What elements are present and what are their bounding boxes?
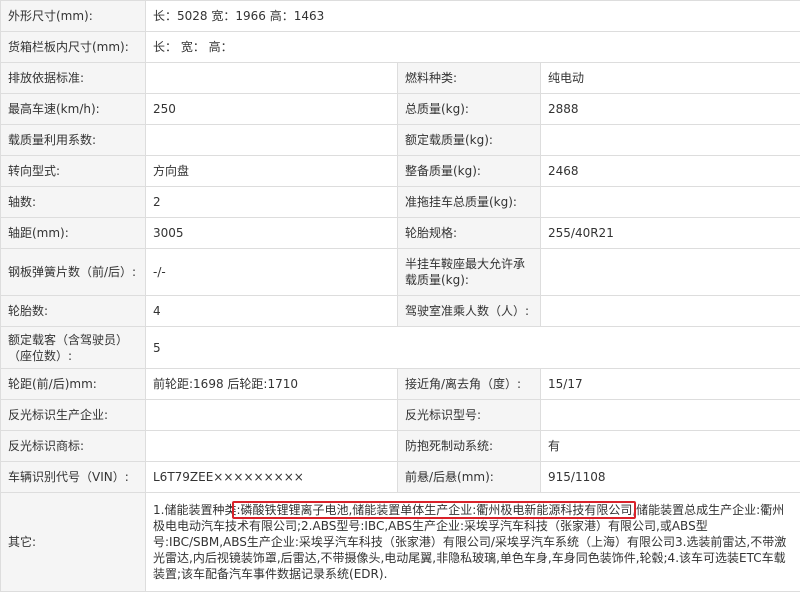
vin-label: 车辆识别代号（VIN）: bbox=[0, 461, 146, 493]
cab-seats-value bbox=[539, 295, 800, 327]
table-row: 轴距(mm): 3005 轮胎规格: 255/40R21 bbox=[0, 217, 800, 249]
track-value: 前轮距:1698 后轮距:1710 bbox=[145, 368, 398, 400]
abs-label: 防抱死制动系统: bbox=[397, 430, 541, 462]
table-row: 车辆识别代号（VIN）: L6T79ZEE××××××××× 前悬/后悬(mm)… bbox=[0, 461, 800, 493]
axles-label: 轴数: bbox=[0, 186, 146, 218]
axles-value: 2 bbox=[145, 186, 398, 218]
load-util-label: 载质量利用系数: bbox=[0, 124, 146, 156]
wheelbase-label: 轴距(mm): bbox=[0, 217, 146, 249]
reflector-maker-label: 反光标识生产企业: bbox=[0, 399, 146, 431]
other-notes: 1.储能装置种类:磷酸铁锂锂离子电池,储能装置单体生产企业:衢州极电新能源科技有… bbox=[144, 492, 800, 592]
fuel-type-label: 燃料种类: bbox=[397, 62, 541, 94]
overhang-label: 前悬/后悬(mm): bbox=[397, 461, 541, 493]
tire-spec-label: 轮胎规格: bbox=[397, 217, 541, 249]
highlighted-battery-info: :磷酸铁锂锂离子电池,储能装置单体生产企业:衢州极电新能源科技有限公司 bbox=[236, 503, 633, 517]
table-row: 反光标识生产企业: 反光标识型号: bbox=[0, 399, 800, 431]
table-row: 反光标识商标: 防抱死制动系统: 有 bbox=[0, 430, 800, 462]
vehicle-spec-table: 外形尺寸(mm): 长：5028 宽：1966 高：1463 货箱栏板内尺寸(m… bbox=[0, 0, 800, 592]
abs-value: 有 bbox=[539, 430, 800, 462]
table-row: 轮胎数: 4 驾驶室准乘人数（人）: bbox=[0, 295, 800, 327]
tire-count-label: 轮胎数: bbox=[0, 295, 146, 327]
vin-value: L6T79ZEE××××××××× bbox=[145, 461, 398, 493]
curb-mass-label: 整备质量(kg): bbox=[397, 155, 541, 187]
trailer-mass-label: 准拖挂车总质量(kg): bbox=[397, 186, 541, 218]
table-row: 货箱栏板内尺寸(mm): 长： 宽： 高： bbox=[0, 31, 800, 63]
rated-load-value bbox=[539, 124, 800, 156]
table-row: 外形尺寸(mm): 长：5028 宽：1966 高：1463 bbox=[0, 0, 800, 32]
table-row: 额定载客（含驾驶员）（座位数）: 5 bbox=[0, 326, 800, 369]
curb-mass-value: 2468 bbox=[539, 155, 800, 187]
steering-value: 方向盘 bbox=[145, 155, 398, 187]
overhang-value: 915/1108 bbox=[539, 461, 800, 493]
max-speed-label: 最高车速(km/h): bbox=[0, 93, 146, 125]
approach-value: 15/17 bbox=[539, 368, 800, 400]
table-row: 最高车速(km/h): 250 总质量(kg): 2888 bbox=[0, 93, 800, 125]
reflector-brand-label: 反光标识商标: bbox=[0, 430, 146, 462]
max-speed-value: 250 bbox=[145, 93, 398, 125]
wheelbase-value: 3005 bbox=[145, 217, 398, 249]
cargo-box-value: 长： 宽： 高： bbox=[144, 31, 800, 63]
rated-passengers-value: 5 bbox=[144, 326, 800, 369]
table-row: 轴数: 2 准拖挂车总质量(kg): bbox=[0, 186, 800, 218]
reflector-brand-value bbox=[145, 430, 398, 462]
emission-standard-label: 排放依据标准: bbox=[0, 62, 146, 94]
leaf-spring-value: -/- bbox=[145, 248, 398, 296]
other-notes-prefix: 1.储能装置种类 bbox=[153, 503, 237, 517]
table-row: 载质量利用系数: 额定载质量(kg): bbox=[0, 124, 800, 156]
table-row: 其它: 1.储能装置种类:磷酸铁锂锂离子电池,储能装置单体生产企业:衢州极电新能… bbox=[0, 492, 800, 592]
reflector-maker-value bbox=[145, 399, 398, 431]
other-label: 其它: bbox=[0, 492, 146, 592]
fuel-type-value: 纯电动 bbox=[539, 62, 800, 94]
table-row: 钢板弹簧片数（前/后）: -/- 半挂车鞍座最大允许承载质量(kg): bbox=[0, 248, 800, 296]
tire-spec-value: 255/40R21 bbox=[539, 217, 800, 249]
dimensions-value: 长：5028 宽：1966 高：1463 bbox=[144, 0, 800, 32]
saddle-load-label: 半挂车鞍座最大允许承载质量(kg): bbox=[397, 248, 541, 296]
rated-passengers-label: 额定载客（含驾驶员）（座位数）: bbox=[0, 326, 146, 369]
track-label: 轮距(前/后)mm: bbox=[0, 368, 146, 400]
total-mass-label: 总质量(kg): bbox=[397, 93, 541, 125]
table-row: 轮距(前/后)mm: 前轮距:1698 后轮距:1710 接近角/离去角（度）:… bbox=[0, 368, 800, 400]
cargo-box-label: 货箱栏板内尺寸(mm): bbox=[0, 31, 146, 63]
steering-label: 转向型式: bbox=[0, 155, 146, 187]
emission-standard-value bbox=[145, 62, 398, 94]
rated-load-label: 额定载质量(kg): bbox=[397, 124, 541, 156]
load-util-value bbox=[145, 124, 398, 156]
approach-label: 接近角/离去角（度）: bbox=[397, 368, 541, 400]
cab-seats-label: 驾驶室准乘人数（人）: bbox=[397, 295, 541, 327]
reflector-model-label: 反光标识型号: bbox=[397, 399, 541, 431]
tire-count-value: 4 bbox=[145, 295, 398, 327]
leaf-spring-label: 钢板弹簧片数（前/后）: bbox=[0, 248, 146, 296]
table-row: 排放依据标准: 燃料种类: 纯电动 bbox=[0, 62, 800, 94]
table-row: 转向型式: 方向盘 整备质量(kg): 2468 bbox=[0, 155, 800, 187]
dimensions-label: 外形尺寸(mm): bbox=[0, 0, 146, 32]
reflector-model-value bbox=[539, 399, 800, 431]
saddle-load-value bbox=[539, 248, 800, 296]
total-mass-value: 2888 bbox=[539, 93, 800, 125]
trailer-mass-value bbox=[539, 186, 800, 218]
